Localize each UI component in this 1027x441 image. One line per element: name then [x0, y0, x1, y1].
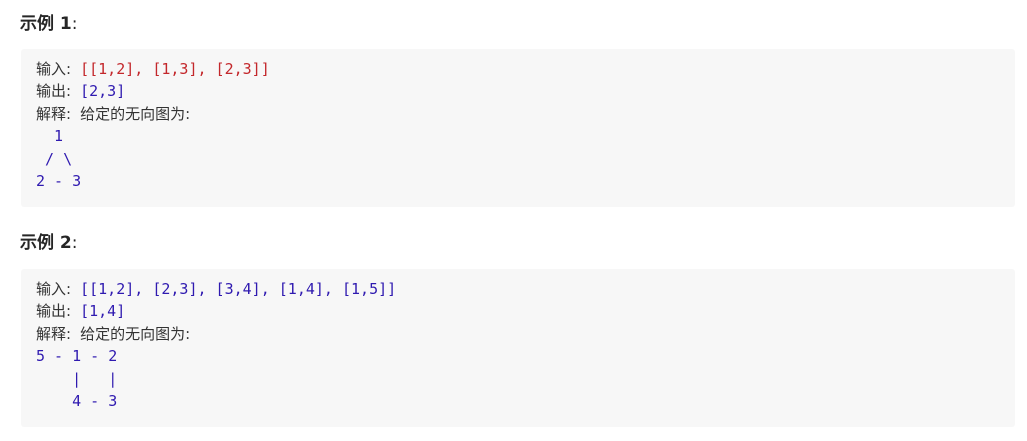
example-1-title: 示例 1 — [20, 14, 72, 34]
example-1-graph-line-1: 1 — [36, 127, 64, 146]
example-2-explain-label: 解释: — [36, 324, 72, 343]
example-1-explain-line: 解释: 给定的无向图为: — [36, 103, 1000, 125]
example-1-input-line: 输入: [[1,2], [1,3], [2,3]] — [36, 58, 1000, 80]
example-1-graph-line-3: 2 - 3 — [36, 171, 82, 190]
example-2-graph-line-3: 4 - 3 — [36, 391, 118, 410]
example-2-output-label: 输出: — [36, 302, 72, 321]
example-2-output-value: [1,4] — [80, 302, 126, 321]
example-2-input-label: 输入: — [36, 280, 72, 298]
example-2-output-line: 输出: [1,4] — [36, 300, 1000, 322]
example-1-input-label: 输入: — [36, 60, 72, 78]
example-2-heading-colon: : — [71, 233, 78, 253]
example-1-explain-text: 给定的无向图为: — [80, 104, 191, 123]
example-1-graph-line-2: / \ — [36, 149, 73, 168]
example-2-heading: 示例 2: — [20, 231, 77, 255]
example-1-output-label: 输出: — [36, 82, 72, 101]
example-1-input-value: [[1,2], [1,3], [2,3]] — [80, 60, 270, 78]
example-1-output-line: 输出: [2,3] — [36, 80, 1000, 102]
example-2-graph-line-2: | | — [36, 369, 118, 388]
example-2-input-line: 输入: [[1,2], [2,3], [3,4], [1,4], [1,5]] — [36, 278, 1000, 300]
example-2-explain-line: 解释: 给定的无向图为: — [36, 323, 1000, 345]
example-1-code-block: 输入: [[1,2], [1,3], [2,3]] 输出: [2,3] 解释: 给定… — [21, 49, 1015, 207]
example-1-heading: 示例 1: — [20, 12, 77, 36]
example-1-explain-label: 解释: — [36, 104, 72, 123]
example-2-explain-text: 给定的无向图为: — [80, 324, 191, 343]
example-1-heading-colon: : — [71, 14, 78, 34]
example-2-graph-line-1: 5 - 1 - 2 — [36, 347, 118, 366]
example-1-output-value: [2,3] — [80, 82, 126, 101]
example-2-input-value: [[1,2], [2,3], [3,4], [1,4], [1,5]] — [80, 280, 397, 298]
example-2-code-block: 输入: [[1,2], [2,3], [3,4], [1,4], [1,5]] 输… — [21, 269, 1015, 427]
example-2-title: 示例 2 — [20, 233, 72, 253]
